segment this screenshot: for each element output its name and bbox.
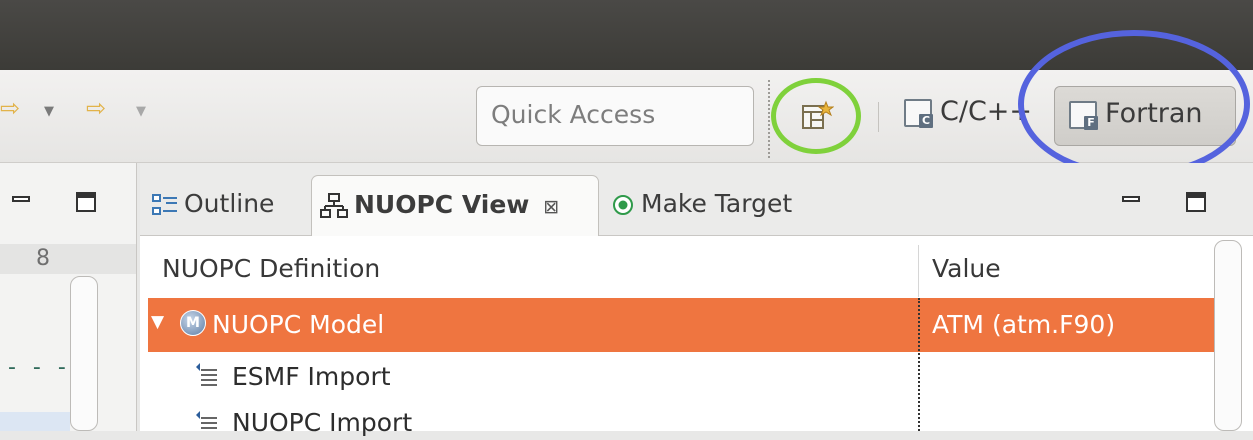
ruler-number: 8 [36,246,50,271]
c-perspective-icon: C [904,98,933,128]
left-scrollbar[interactable] [70,276,98,431]
fortran-perspective-icon: F [1069,100,1098,130]
outline-icon [152,194,177,215]
open-perspective-icon[interactable] [800,100,834,132]
forward-arrow-icon[interactable]: ⇨ [86,94,106,122]
minimize-icon[interactable] [1122,196,1140,202]
make-target-icon [613,195,633,215]
perspective-fortran-button[interactable]: F Fortran [1054,86,1236,146]
perspective-c-cpp-button[interactable]: C C/C++ [904,96,1032,142]
left-editor-panel [0,163,137,431]
import-icon [193,362,219,388]
close-tab-icon[interactable]: ⊠ [543,196,559,218]
tab-label: Outline [184,189,275,218]
back-arrow-icon[interactable]: ⇨ [0,94,20,122]
maximize-icon[interactable] [76,192,96,212]
row-label[interactable]: NUOPC Import [232,408,412,437]
nuopc-tree-icon [320,193,348,218]
toolbar-separator [878,102,879,132]
perspective-label: C/C++ [940,96,1033,127]
model-icon: M [180,310,206,336]
view-scrollbar[interactable] [1214,240,1242,431]
row-label[interactable]: ESMF Import [232,362,391,391]
forward-history-dropdown-icon[interactable]: ▼ [136,104,146,119]
column-divider[interactable] [918,245,919,297]
import-icon [193,410,219,436]
tab-label: NUOPC View [354,190,530,219]
back-history-dropdown-icon[interactable]: ▼ [44,104,54,119]
tab-make-target[interactable]: Make Target [611,175,792,235]
quick-access-input[interactable]: Quick Access [476,86,754,146]
minimize-icon[interactable] [12,196,30,202]
value-column-divider [918,298,920,431]
maximize-icon[interactable] [1186,192,1206,212]
tab-nuopc-view[interactable]: NUOPC View ⊠ [311,175,599,236]
perspective-label: Fortran [1105,98,1203,129]
tab-outline[interactable]: Outline [152,175,274,235]
dashed-line-decoration: - - - [8,355,71,380]
tab-label: Make Target [641,189,793,218]
left-panel-ruler [0,244,136,274]
window-title-bar [0,0,1253,70]
toolbar-separator [768,80,770,158]
row-value: ATM (atm.F90) [932,310,1116,339]
column-header-value[interactable]: Value [932,254,1001,283]
column-header-definition[interactable]: NUOPC Definition [162,254,380,283]
model-icon-letter: M [186,315,200,331]
left-selected-line [0,412,70,431]
expand-arrow-icon[interactable]: ▼ [151,312,164,332]
row-label: NUOPC Model [212,310,385,339]
